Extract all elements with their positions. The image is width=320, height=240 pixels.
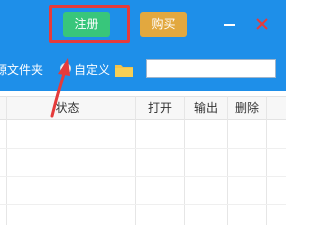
column-header-open[interactable]: 打开 [136,97,184,119]
close-icon[interactable] [254,14,274,34]
table-row [0,148,286,149]
custom-path-input[interactable] [146,59,276,78]
source-folder-option-label[interactable]: 源文件夹 [0,62,43,78]
app-window: 注册 购买 源文件夹 自定义 状态 打开 输出 删除 [0,0,286,225]
register-button[interactable]: 注册 [63,12,110,37]
custom-option-label[interactable]: 自定义 [74,62,110,78]
minimize-icon[interactable] [222,14,240,34]
table-row [0,204,286,205]
folder-icon[interactable] [115,62,133,77]
table-row [0,176,286,177]
column-header-delete[interactable]: 删除 [228,97,266,119]
buy-button[interactable]: 购买 [140,12,187,37]
column-header-output[interactable]: 输出 [185,97,227,119]
task-table-body [0,120,286,225]
table-header: 状态 打开 输出 删除 [0,96,286,120]
column-header-status[interactable]: 状态 [0,97,135,119]
custom-radio[interactable] [60,63,71,74]
